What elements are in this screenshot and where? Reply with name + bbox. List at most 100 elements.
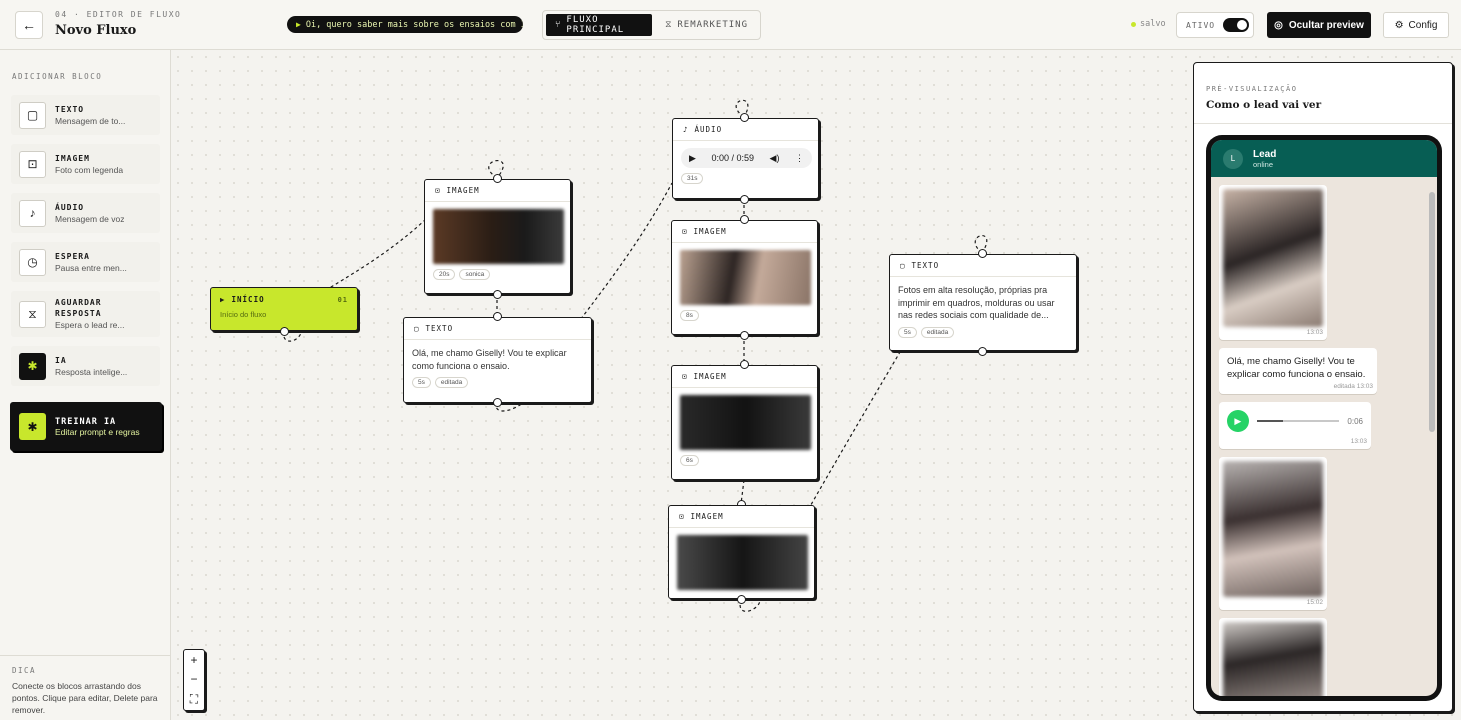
node-image-3[interactable]: ⊡ IMAGEM 6s (671, 365, 818, 480)
toggle-preview-button[interactable]: ◎ Ocultar preview (1267, 12, 1371, 38)
delay-tag: 6s (680, 455, 699, 466)
message-icon: ▢ (19, 101, 46, 129)
zoom-in-icon[interactable]: + (190, 653, 197, 667)
chat-image-message: 13:03 (1219, 185, 1327, 340)
message-time: 15:02 (1306, 599, 1323, 606)
block-await-reply[interactable]: ⧖ AGUARDAR RESPOSTA Espera o lead re... (11, 291, 160, 337)
ai-prompt-pill[interactable]: ▶ Oi, quero saber mais sobre os ensaios … (287, 16, 523, 33)
node-image-1[interactable]: ⊡ IMAGEM 20s sonica (424, 179, 571, 294)
port-audio-out[interactable] (740, 195, 749, 204)
top-bar: ← 04 · EDITOR DE FLUXO Novo Fluxo ▶ Oi, … (0, 0, 1461, 50)
play-square-icon: ▶ (220, 294, 226, 304)
port-image-3-in[interactable] (740, 360, 749, 369)
arrow-left-icon: ← (22, 17, 36, 33)
audio-time: 0:00 / 0:59 (711, 153, 754, 163)
block-label: ESPERA (55, 251, 90, 261)
tip-title: DICA (12, 666, 37, 675)
message-icon: ▢ (414, 324, 420, 333)
delay-tag: 20s (433, 269, 456, 280)
node-audio[interactable]: ♪ ÁUDIO ▶ 0:00 / 0:59 ◀) ⋮ 31s (672, 118, 819, 199)
port-text-1-in[interactable] (493, 312, 502, 321)
block-ai[interactable]: ✱ IA Resposta intelige... (11, 346, 160, 386)
ai-prompt-text: Oi, quero saber mais sobre os ensaios co… (305, 19, 523, 30)
port-image-1-out[interactable] (493, 290, 502, 299)
block-audio[interactable]: ♪ ÁUDIO Mensagem de voz (11, 193, 160, 233)
port-text-2-out[interactable] (978, 347, 987, 356)
phone-screen: L Lead online 13:03 Olá, me chamo Gisell… (1211, 140, 1437, 696)
port-image-1-in[interactable] (493, 174, 502, 183)
image-icon: ⊡ (19, 150, 46, 178)
port-start-out[interactable] (280, 327, 289, 336)
port-text-2-in[interactable] (978, 249, 987, 258)
node-label: IMAGEM (446, 186, 480, 195)
tip-box: DICA Conecte os blocos arrastando dos po… (0, 655, 171, 720)
active-toggle-box: ATIVO (1176, 12, 1254, 38)
flow-tabs: ⑂ FLUXO PRINCIPAL ⧖ REMARKETING (542, 10, 761, 40)
fit-view-icon[interactable]: ⛶ (190, 692, 198, 707)
train-ai-button[interactable]: ✱ TREINAR IA Editar prompt e regras (10, 402, 162, 451)
node-image-2[interactable]: ⊡ IMAGEM 8s (671, 220, 818, 335)
port-image-2-in[interactable] (740, 215, 749, 224)
caption-tag: sonica (459, 269, 491, 280)
chat-area[interactable]: 13:03 Olá, me chamo Giselly! Vou te expl… (1211, 177, 1437, 696)
chat-text-message: Olá, me chamo Giselly! Vou te explicar c… (1219, 348, 1377, 394)
play-icon[interactable]: ▶ (1227, 410, 1249, 432)
port-text-1-out[interactable] (493, 398, 502, 407)
node-label: IMAGEM (690, 512, 724, 521)
block-wait[interactable]: ◷ ESPERA Pausa entre men... (11, 242, 160, 282)
node-text-2[interactable]: ▢ TEXTO Fotos em alta resolução, próprias… (889, 254, 1077, 351)
gear-icon: ⚙ (1394, 19, 1404, 31)
node-label: ÁUDIO (694, 125, 723, 134)
play-icon: ▶ (296, 20, 301, 29)
avatar: L (1223, 148, 1243, 169)
block-label: IA (55, 355, 67, 365)
image-thumbnail (433, 209, 564, 264)
status-dot-icon (1131, 21, 1136, 27)
chat-image-message: 15:02 (1219, 457, 1327, 610)
config-button[interactable]: ⚙ Config (1383, 12, 1449, 38)
block-desc: Resposta intelige... (55, 366, 128, 377)
active-toggle[interactable] (1223, 18, 1250, 32)
block-desc: Pausa entre men... (55, 262, 127, 273)
play-icon[interactable]: ▶ (689, 153, 696, 164)
block-image[interactable]: ⊡ IMAGEM Foto com legenda (11, 144, 160, 184)
node-image-4[interactable]: ⊡ IMAGEM (668, 505, 815, 599)
node-start[interactable]: ▶ INÍCIO 01 Início do fluxo (210, 287, 358, 331)
sidebar-title: ADICIONAR BLOCO (12, 72, 103, 81)
scrollbar-thumb[interactable] (1429, 192, 1435, 432)
node-subtitle: Início do fluxo (220, 310, 267, 319)
save-status: salvo (1131, 19, 1166, 29)
port-audio-in[interactable] (740, 113, 749, 122)
block-text[interactable]: ▢ TEXTO Mensagem de to... (11, 95, 160, 135)
mic-icon: ♪ (683, 125, 689, 134)
block-desc: Foto com legenda (55, 164, 124, 175)
audio-progress[interactable] (1256, 420, 1340, 422)
edited-tag: editada (920, 326, 955, 338)
delay-tag: 31s (681, 173, 704, 184)
edited-tag: editada (434, 377, 469, 388)
config-button-label: Config (1408, 19, 1438, 31)
node-text-1[interactable]: ▢ TEXTO Olá, me chamo Giselly! Vou te exp… (403, 317, 592, 403)
preview-panel: PRÉ-VISUALIZAÇÃO Como o lead vai ver L L… (1193, 62, 1453, 712)
back-button[interactable]: ← (15, 11, 43, 39)
node-label: IMAGEM (693, 372, 727, 381)
chat-scrollbar[interactable] (1429, 188, 1435, 688)
zoom-out-icon[interactable]: − (190, 672, 197, 686)
block-desc: Mensagem de to... (55, 115, 126, 126)
more-icon[interactable]: ⋮ (795, 153, 804, 164)
port-image-4-out[interactable] (737, 595, 746, 604)
zoom-controls: + − ⛶ (183, 649, 205, 711)
tab-main-flow[interactable]: ⑂ FLUXO PRINCIPAL (546, 14, 653, 36)
image-thumbnail (677, 535, 808, 590)
block-label: TEXTO (55, 104, 85, 114)
port-image-2-out[interactable] (740, 331, 749, 340)
volume-icon[interactable]: ◀) (770, 153, 780, 164)
audio-player[interactable]: ▶ 0:00 / 0:59 ◀) ⋮ (681, 148, 812, 168)
node-number: 01 (337, 296, 348, 304)
image-icon: ⊡ (682, 227, 688, 236)
message-time: editada 13:03 (1333, 383, 1373, 390)
preview-title: Como o lead vai ver (1206, 99, 1322, 111)
tab-remarketing[interactable]: ⧖ REMARKETING (656, 14, 757, 36)
divider (1194, 123, 1452, 124)
image-icon: ⊡ (679, 512, 685, 521)
